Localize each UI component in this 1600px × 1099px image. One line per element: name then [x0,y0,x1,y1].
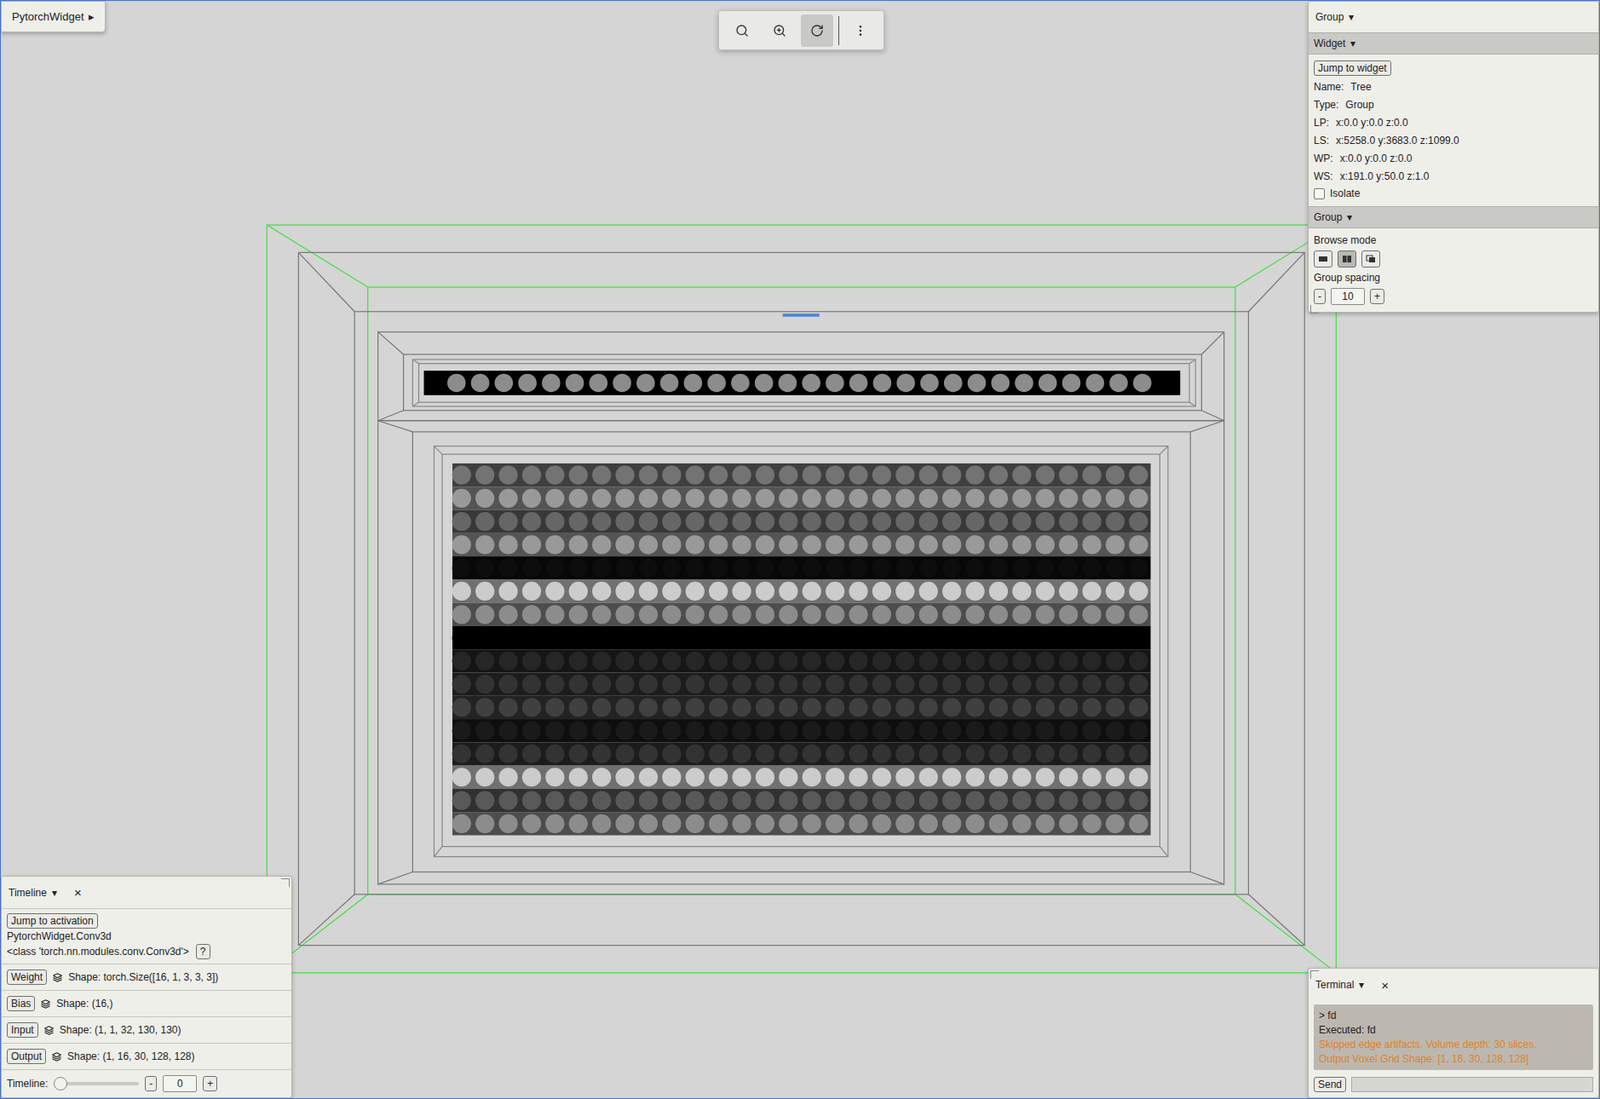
app-menu-button[interactable]: PytorchWidget▸ [0,0,106,33]
bounding-box [378,332,1225,421]
bounding-box [412,359,1196,407]
property-row: Name:Tree [1313,80,1594,94]
browse-mode-button[interactable] [1313,250,1333,268]
overlap-mode-icon [1365,254,1376,264]
jump-to-activation-button[interactable]: Jump to activation [6,913,98,929]
bounding-box [433,446,1168,858]
more-button[interactable] [844,14,877,47]
inspector-header[interactable]: Group▾ [1308,1,1599,33]
terminal-header[interactable]: Terminal▾× [1308,968,1599,1000]
tensor-row: OutputShape: (1, 16, 30, 128, 128) [1,1042,292,1070]
property-row: WS:x:191.0 y:50.0 z:1.0 [1313,169,1594,184]
browse-mode-button[interactable] [1337,250,1357,268]
tensor-button[interactable]: Output [6,1048,47,1065]
zoom-button[interactable] [763,14,796,47]
module-class: <class 'torch.nn.modules.conv.Conv3d'>? [1,943,292,964]
stack-mode-icon [1317,254,1329,264]
rotate-icon [810,23,824,38]
activation-row [452,626,1152,650]
property-row: LP:x:0.0 y:0.0 z:0.0 [1313,115,1594,130]
activation-row [452,486,1152,510]
terminal-line: Skipped edge artifacts. Volume depth: 30… [1318,1037,1589,1052]
terminal-line: > fd [1318,1008,1589,1023]
terminal-output: > fdExecuted: fdSkipped edge artifacts. … [1313,1004,1594,1071]
bounding-box [298,252,1305,945]
close-button[interactable]: × [1381,978,1389,993]
help-button[interactable]: ? [195,943,211,960]
activation-row [452,811,1152,835]
activation-row [452,556,1152,580]
jump-to-widget-button[interactable]: Jump to widget [1313,60,1392,76]
view-toolbar [718,10,885,51]
activation-row [452,649,1152,673]
layers-icon [51,1052,62,1062]
activation-row [452,788,1152,812]
tensor-row: InputShape: (1, 1, 32, 130, 130) [1,1016,292,1043]
tensor-row: WeightShape: torch.Size([16, 1, 3, 3, 3]… [1,963,292,990]
output-activation[interactable] [452,463,1152,836]
selection-handle[interactable] [782,313,820,317]
browse-mode-label: Browse mode [1313,234,1594,247]
resize-grip[interactable] [1310,970,1319,979]
activation-row [452,672,1152,696]
timeline-header[interactable]: Timeline▾× [1,876,292,909]
timeline-slider-row: Timeline:-0+ [1,1069,292,1098]
property-row: WP:x:0.0 y:0.0 z:0.0 [1313,151,1594,166]
close-button[interactable]: × [74,885,82,900]
layers-icon [52,972,63,983]
activation-row [452,696,1152,720]
activation-row [452,603,1152,627]
timeline-field[interactable]: 0 [162,1075,197,1093]
input-activation[interactable] [424,370,1181,396]
activation-row [452,742,1152,766]
app-window: PytorchWidget▸Group▾Widget▾Jump to widge… [0,0,1600,1099]
decrement-button[interactable]: - [1313,288,1326,305]
rotate-button[interactable] [800,14,834,47]
widget-section-header[interactable]: Widget▾ [1308,32,1599,55]
zoom-icon [772,23,787,38]
activation-row [452,579,1152,603]
inspector-panel: Group▾Widget▾Jump to widgetName:TreeType… [1307,0,1600,313]
group-spacing-field[interactable]: 10 [1330,287,1365,306]
send-button[interactable]: Send [1313,1076,1347,1093]
terminal-input[interactable] [1351,1076,1594,1093]
group-spacing-label: Group spacing [1313,271,1594,284]
property-row: LS:x:5258.0 y:3683.0 z:1099.0 [1313,133,1594,148]
resize-grip[interactable] [281,878,290,887]
search-icon [735,23,749,38]
toolbar-divider [838,16,840,46]
increment-button[interactable]: + [1369,288,1385,305]
activation-row [452,463,1152,487]
timeline-slider[interactable] [53,1082,139,1086]
terminal-line: Output Voxel Grid Shape: [1, 16, 30, 128… [1318,1052,1589,1066]
layers-icon [40,999,51,1009]
tensor-row: BiasShape: (16,) [1,989,292,1017]
split-mode-icon [1341,254,1353,264]
activation-row [452,510,1152,534]
tensor-button[interactable]: Input [6,1022,39,1038]
resize-grip[interactable] [1310,305,1319,314]
activation-row [452,533,1152,557]
module-name: PytorchWidget.Conv3d [1,928,292,944]
bounding-box [378,420,1225,885]
isolate-checkbox[interactable]: Isolate [1313,187,1594,200]
search-button[interactable] [725,14,759,47]
timeline-panel: Timeline▾× Jump to activationPytorchWidge… [0,875,293,1099]
layers-icon [44,1025,54,1036]
browse-mode-button[interactable] [1361,250,1381,268]
activation-row [452,765,1152,789]
group-section-header[interactable]: Group▾ [1308,206,1599,229]
tensor-button[interactable]: Weight [6,969,47,985]
more-icon [853,23,868,38]
terminal-panel: Terminal▾× > fdExecuted: fdSkipped edge a… [1307,967,1600,1099]
tensor-button[interactable]: Bias [6,995,35,1012]
bounding-box [266,224,1336,973]
terminal-line: Executed: fd [1318,1023,1589,1037]
property-row: Type:Group [1313,97,1594,112]
decrement-button[interactable]: - [144,1076,157,1092]
increment-button[interactable]: + [202,1076,218,1092]
activation-row [452,719,1152,743]
